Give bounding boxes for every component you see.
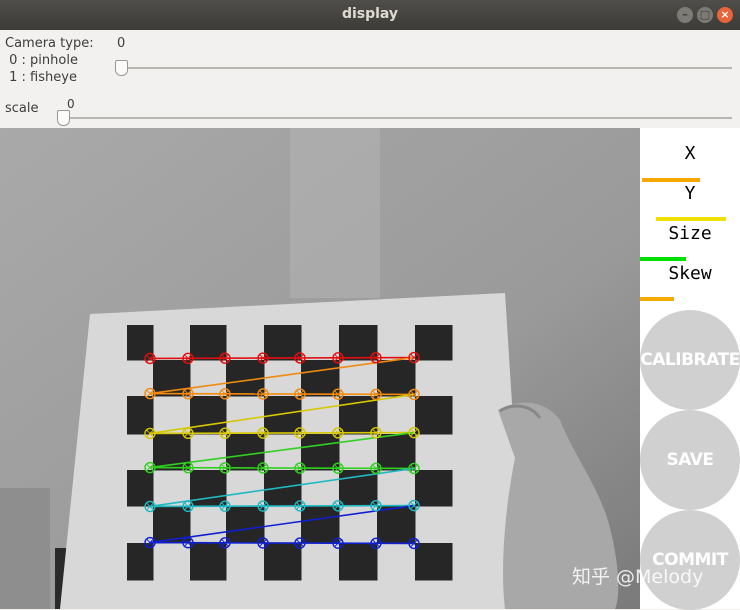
checker-square xyxy=(127,543,154,581)
size-label: Size xyxy=(640,223,740,244)
x-label: X xyxy=(640,143,740,164)
minimize-icon[interactable]: – xyxy=(677,7,693,23)
skew-progress-bar xyxy=(640,297,674,301)
size-progress-bar xyxy=(640,257,686,261)
camera-view xyxy=(0,128,640,609)
option-pinhole-label: 0 : pinhole xyxy=(5,53,78,68)
checker-square xyxy=(264,470,302,507)
checker-square xyxy=(226,506,265,544)
checker-square xyxy=(415,396,453,435)
checker-square xyxy=(127,325,154,361)
checker-square xyxy=(415,325,453,361)
y-label: Y xyxy=(640,183,740,204)
background-object xyxy=(0,488,50,609)
camera-type-slider-thumb[interactable] xyxy=(115,60,128,76)
camera-type-value: 0 xyxy=(117,36,125,51)
save-button[interactable]: SAVE xyxy=(640,410,740,510)
camera-type-slider-track[interactable] xyxy=(120,67,732,69)
scale-slider-track[interactable] xyxy=(62,117,732,119)
scale-label: scale xyxy=(5,101,39,116)
title-bar: display – □ × xyxy=(0,0,740,30)
y-progress-bar xyxy=(656,217,726,221)
checker-square xyxy=(377,506,416,544)
skew-label: Skew xyxy=(640,263,740,284)
checker-square xyxy=(190,396,227,435)
checker-square xyxy=(301,506,340,544)
calibrate-button[interactable]: CALIBRATE xyxy=(640,310,740,410)
x-progress-bar xyxy=(642,178,700,182)
watermark: 知乎 @Melody xyxy=(572,562,703,589)
commit-button[interactable]: COMMIT xyxy=(640,510,740,610)
camera-type-label: Camera type: xyxy=(5,36,94,51)
checker-square xyxy=(339,543,378,581)
wall-panel xyxy=(290,128,380,298)
trackbar-panel: Camera type: 0 : pinhole 1 : fisheye 0 s… xyxy=(0,30,740,128)
checker-square xyxy=(264,543,302,581)
checker-square xyxy=(415,470,453,507)
checker-square xyxy=(339,396,378,435)
maximize-icon[interactable]: □ xyxy=(697,7,713,23)
window-title: display xyxy=(0,6,740,22)
checker-square xyxy=(190,543,227,581)
calibration-side-panel: X Y Size Skew CALIBRATE SAVE COMMIT xyxy=(640,128,740,609)
scale-slider-thumb[interactable] xyxy=(57,110,70,126)
close-icon[interactable]: × xyxy=(717,7,733,23)
option-fisheye-label: 1 : fisheye xyxy=(5,70,77,85)
checker-square xyxy=(190,470,227,507)
checker-square xyxy=(415,543,453,581)
scale-value: 0 xyxy=(67,97,75,111)
checker-square xyxy=(339,470,378,507)
